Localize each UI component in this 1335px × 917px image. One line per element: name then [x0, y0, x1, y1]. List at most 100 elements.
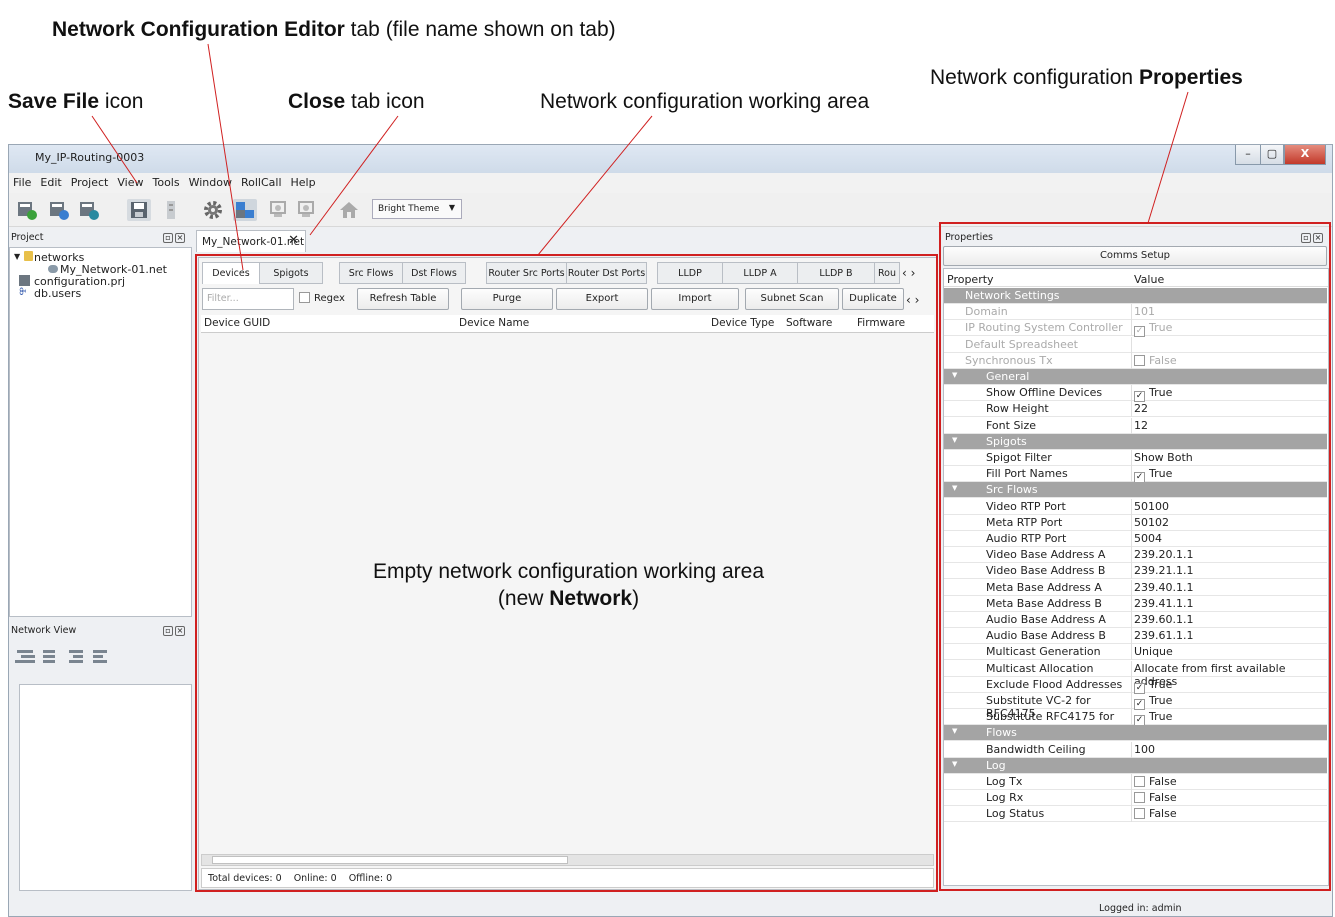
settings-gear-icon[interactable] — [201, 199, 225, 221]
checkbox[interactable] — [1134, 776, 1145, 787]
horizontal-scrollbar[interactable] — [201, 854, 934, 866]
col-value[interactable]: Value — [1134, 273, 1164, 286]
export-button[interactable]: Export — [556, 288, 648, 310]
property-row[interactable]: Exclude Flood Addresses ✓ True — [944, 676, 1327, 694]
new-project-icon[interactable] — [15, 199, 39, 221]
tab-scroll-arrows-icon[interactable]: ‹ › — [902, 266, 915, 280]
property-value[interactable]: 239.61.1.1 — [1134, 629, 1193, 642]
col-software[interactable]: Software — [786, 315, 832, 331]
property-section[interactable]: ▼ Log — [944, 757, 1327, 774]
property-row[interactable]: Fill Port Names ✓ True — [944, 466, 1327, 484]
comms-setup-button[interactable]: Comms Setup — [943, 246, 1327, 266]
float-icon[interactable]: ▫ — [163, 233, 173, 243]
tab-lldp[interactable]: LLDP — [657, 262, 723, 284]
tree-item-db-users[interactable]: ꔬ db.users — [10, 287, 191, 300]
property-value[interactable]: 239.20.1.1 — [1134, 548, 1193, 561]
property-value[interactable]: ✓ True — [1134, 321, 1172, 338]
property-row[interactable]: Default Spreadsheet — [944, 336, 1327, 353]
property-row[interactable]: Video Base Address B 239.21.1.1 — [944, 563, 1327, 580]
property-row[interactable]: Audio RTP Port 5004 — [944, 531, 1327, 547]
property-row[interactable]: Meta Base Address A 239.40.1.1 — [944, 579, 1327, 596]
menu-help[interactable]: Help — [287, 173, 321, 189]
close-panel-icon[interactable]: × — [175, 233, 185, 243]
property-row[interactable]: Log Tx False — [944, 774, 1327, 790]
tree-item-configuration[interactable]: configuration.prj — [10, 275, 191, 288]
property-value[interactable]: 239.40.1.1 — [1134, 581, 1193, 594]
menu-project[interactable]: Project — [67, 173, 114, 189]
col-firmware[interactable]: Firmware — [857, 315, 905, 331]
menu-rollcall[interactable]: RollCall — [237, 173, 287, 189]
checkbox[interactable] — [1134, 792, 1145, 804]
property-row[interactable]: Meta Base Address B 239.41.1.1 — [944, 595, 1327, 612]
property-value[interactable]: 239.60.1.1 — [1134, 613, 1193, 626]
subnet-scan-button[interactable]: Subnet Scan — [745, 288, 839, 310]
col-property[interactable]: Property — [947, 273, 994, 286]
property-section[interactable]: ▼ Src Flows — [944, 482, 1327, 499]
property-value[interactable]: 239.21.1.1 — [1134, 564, 1193, 577]
close-panel-icon[interactable]: × — [1313, 233, 1323, 243]
property-value[interactable]: ✓ True — [1134, 678, 1172, 694]
open-project-icon[interactable] — [47, 199, 71, 221]
property-value[interactable]: 239.41.1.1 — [1134, 597, 1193, 610]
property-row[interactable]: Log Status False — [944, 806, 1327, 823]
property-value[interactable]: False — [1134, 354, 1177, 367]
property-row[interactable]: Video Base Address A 239.20.1.1 — [944, 547, 1327, 564]
property-row[interactable]: Log Rx False — [944, 790, 1327, 807]
checkbox[interactable] — [1134, 808, 1145, 820]
property-row[interactable]: Video RTP Port 50100 — [944, 498, 1327, 515]
property-row[interactable]: Meta RTP Port 50102 — [944, 514, 1327, 531]
property-row[interactable]: Show Offline Devices ✓ True — [944, 385, 1327, 403]
purge-button[interactable]: Purge — [461, 288, 553, 310]
col-device-type[interactable]: Device Type — [711, 315, 774, 331]
col-device-name[interactable]: Device Name — [459, 315, 529, 331]
property-value[interactable]: 22 — [1134, 402, 1148, 415]
property-value[interactable]: Unique — [1134, 645, 1173, 658]
tab-dst-flows[interactable]: Dst Flows — [402, 262, 466, 284]
tree-item-network-file[interactable]: My_Network-01.net — [10, 263, 191, 276]
network-editor-icon[interactable] — [233, 199, 257, 221]
tab-lldp-b[interactable]: LLDP B — [797, 262, 875, 284]
property-row[interactable]: Synchronous Tx False — [944, 352, 1327, 369]
button-scroll-arrows-icon[interactable]: ‹ › — [906, 293, 919, 307]
property-value[interactable]: 50102 — [1134, 516, 1169, 529]
close-panel-icon[interactable]: × — [175, 626, 185, 636]
save-project-icon[interactable] — [77, 199, 101, 221]
property-value[interactable]: False — [1134, 775, 1177, 788]
property-row[interactable]: IP Routing System Controller ✓ True — [944, 320, 1327, 338]
tree-item-networks[interactable]: ▼ networks — [10, 251, 191, 264]
property-value[interactable]: False — [1134, 791, 1177, 804]
float-icon[interactable]: ▫ — [163, 626, 173, 636]
property-value[interactable]: False — [1134, 807, 1177, 820]
property-row[interactable]: Font Size 12 — [944, 417, 1327, 434]
property-row[interactable]: Spigot Filter Show Both — [944, 450, 1327, 466]
home-icon[interactable] — [337, 199, 361, 221]
property-row[interactable]: Multicast Generation Unique — [944, 644, 1327, 661]
checkbox[interactable] — [1134, 354, 1145, 366]
minimize-button[interactable]: – — [1235, 145, 1261, 165]
menu-tools[interactable]: Tools — [148, 173, 184, 189]
tab-router-src-ports[interactable]: Router Src Ports — [486, 262, 567, 284]
tab-router-dst-ports[interactable]: Router Dst Ports — [566, 262, 647, 284]
import-button[interactable]: Import — [651, 288, 739, 310]
float-icon[interactable]: ▫ — [1301, 233, 1311, 243]
maximize-button[interactable]: ▢ — [1260, 145, 1284, 165]
property-row[interactable]: Audio Base Address B 239.61.1.1 — [944, 628, 1327, 645]
menu-view[interactable]: View — [113, 173, 148, 189]
tab-network-editor[interactable]: My_Network-01.net ✕ — [196, 230, 306, 252]
property-value[interactable]: 5004 — [1134, 532, 1162, 545]
panel-toggle-icon[interactable] — [159, 199, 183, 221]
menu-edit[interactable]: Edit — [36, 173, 66, 189]
tab-devices[interactable]: Devices — [202, 262, 260, 284]
property-section[interactable]: ▼ Spigots — [944, 433, 1327, 450]
property-value[interactable]: 100 — [1134, 743, 1155, 756]
refresh-table-button[interactable]: Refresh Table — [357, 288, 449, 310]
property-row[interactable]: Substitute RFC4175 for VC-2✓True — [944, 709, 1327, 736]
close-window-button[interactable]: X — [1284, 145, 1326, 165]
property-value[interactable]: Show Both — [1134, 451, 1193, 464]
property-section[interactable]: ▼ Flows — [944, 725, 1327, 742]
tab-routes-partial[interactable]: Rou — [874, 262, 900, 284]
save-file-icon[interactable] — [127, 199, 151, 221]
property-row[interactable]: Bandwidth Ceiling 100 — [944, 741, 1327, 758]
tab-spigots[interactable]: Spigots — [259, 262, 323, 284]
tab-src-flows[interactable]: Src Flows — [339, 262, 403, 284]
